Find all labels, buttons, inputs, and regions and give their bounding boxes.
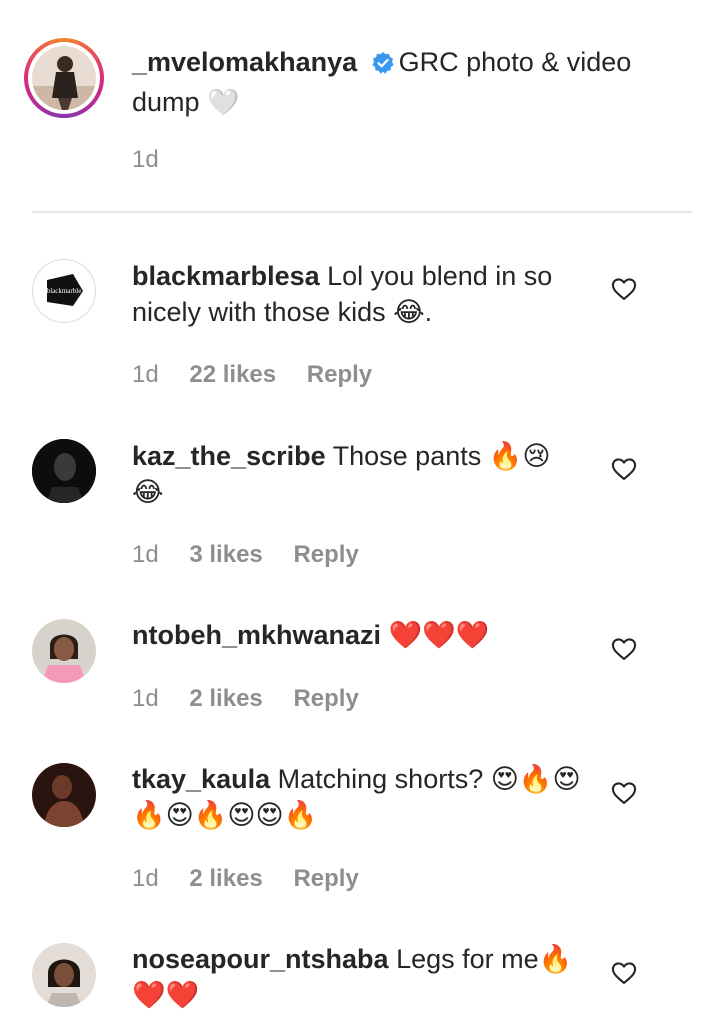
- avatar-image: [32, 763, 96, 827]
- comment-text: tkay_kaula Matching shorts? 😍🔥😍🔥😍🔥😍😍🔥: [132, 761, 582, 833]
- avatar[interactable]: [32, 439, 96, 503]
- comment-time: 1d: [132, 361, 159, 388]
- avatar-image: [32, 619, 96, 683]
- likes-count[interactable]: 3 likes: [189, 541, 262, 568]
- comment-username[interactable]: blackmarblesa: [132, 261, 320, 291]
- comment-username[interactable]: ntobeh_mkhwanazi: [132, 620, 381, 650]
- heart-outline-icon[interactable]: [610, 455, 638, 483]
- caption-text: _mvelomakhanya GRC photo & video dump 🤍: [132, 44, 632, 121]
- post-caption: _mvelomakhanya GRC photo & video dump 🤍 …: [0, 0, 720, 212]
- heart-outline-icon[interactable]: [610, 959, 638, 987]
- comment-meta: 1d 3 likes Reply: [132, 541, 383, 569]
- caption-time: 1d: [132, 146, 159, 173]
- comment-username[interactable]: noseapour_ntshaba: [132, 944, 389, 974]
- likes-count[interactable]: 2 likes: [189, 685, 262, 712]
- heart-outline-icon[interactable]: [610, 275, 638, 303]
- avatar[interactable]: blackmarble: [32, 259, 96, 323]
- likes-count[interactable]: 2 likes: [189, 865, 262, 892]
- avatar-image: [32, 439, 96, 503]
- comment-text: kaz_the_scribe Those pants 🔥😢😂: [132, 438, 582, 510]
- verified-badge-icon: [371, 48, 395, 84]
- heart-outline-icon[interactable]: [610, 779, 638, 807]
- caption-username[interactable]: _mvelomakhanya: [132, 47, 357, 77]
- comment-username[interactable]: kaz_the_scribe: [132, 441, 326, 471]
- comment-time: 1d: [132, 865, 159, 892]
- reply-button[interactable]: Reply: [293, 541, 358, 568]
- comment-meta: 1d 2 likes Reply: [132, 685, 383, 713]
- reply-button[interactable]: Reply: [293, 865, 358, 892]
- comment-time: 1d: [132, 685, 159, 712]
- comment-username[interactable]: tkay_kaula: [132, 764, 270, 794]
- caption-meta: 1d: [132, 146, 183, 174]
- avatar[interactable]: [32, 763, 96, 827]
- reply-button[interactable]: Reply: [307, 361, 372, 388]
- comment-time: 1d: [132, 541, 159, 568]
- story-ring[interactable]: [24, 38, 104, 118]
- comment-meta: 1d 22 likes Reply: [132, 361, 396, 389]
- comment-text: noseapour_ntshaba Legs for me🔥❤️❤️: [132, 941, 582, 1013]
- svg-text:blackmarble: blackmarble: [47, 287, 82, 295]
- divider: [32, 211, 692, 213]
- avatar[interactable]: [32, 619, 96, 683]
- white-heart-emoji: 🤍: [207, 88, 240, 118]
- reply-button[interactable]: Reply: [293, 685, 358, 712]
- comment-text: blackmarblesa Lol you blend in so nicely…: [132, 258, 582, 330]
- comment-meta: 1d 2 likes Reply: [132, 865, 383, 893]
- avatar[interactable]: [32, 943, 96, 1007]
- avatar-image: [32, 46, 96, 110]
- avatar-image: blackmarble: [47, 274, 83, 306]
- likes-count[interactable]: 22 likes: [189, 361, 276, 388]
- avatar-image: [32, 943, 96, 1007]
- avatar[interactable]: [32, 46, 96, 110]
- heart-outline-icon[interactable]: [610, 635, 638, 663]
- comment-body: ❤️❤️❤️: [388, 620, 490, 650]
- comment-text: ntobeh_mkhwanazi ❤️❤️❤️: [132, 617, 582, 653]
